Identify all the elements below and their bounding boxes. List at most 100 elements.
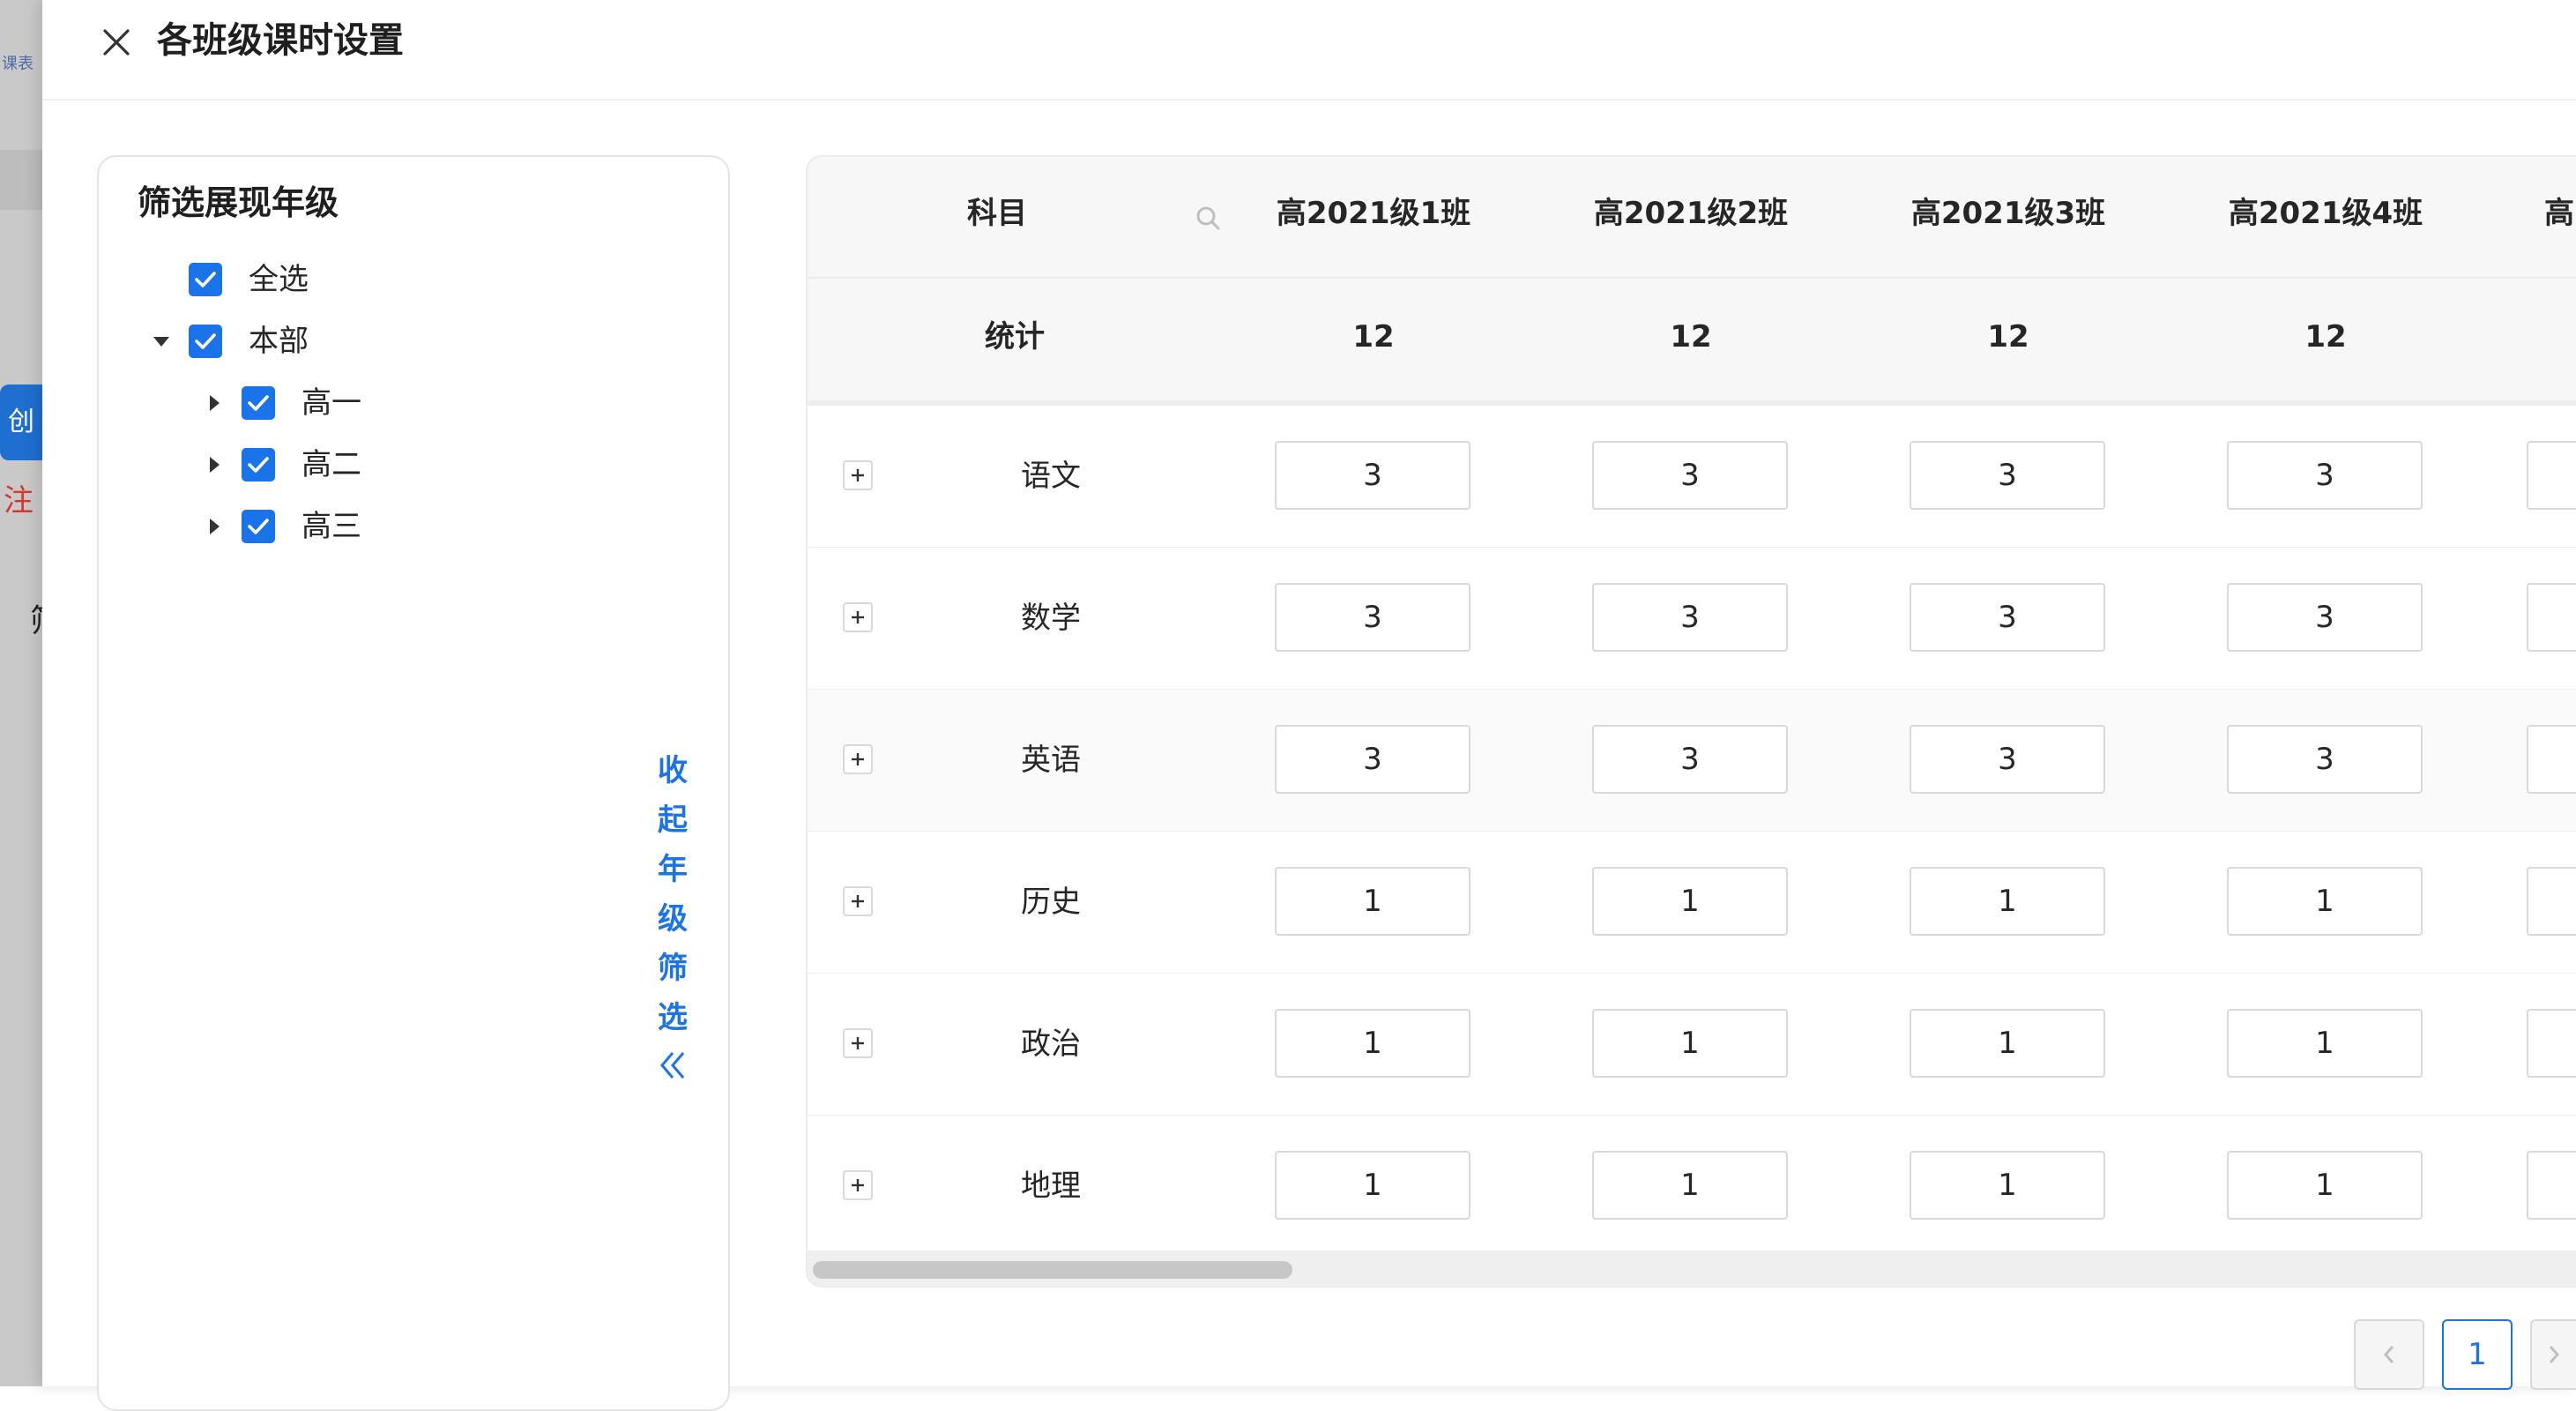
row-expand-button[interactable] bbox=[843, 602, 873, 632]
grade-2-expand-toggle[interactable] bbox=[201, 447, 227, 482]
background-app: 课表 创 注 筛 bbox=[0, 0, 42, 1386]
hours-input[interactable] bbox=[1592, 1009, 1788, 1078]
hours-input[interactable] bbox=[1910, 1151, 2105, 1220]
hours-input[interactable] bbox=[1275, 583, 1470, 652]
search-icon bbox=[1196, 206, 1220, 230]
grade-2-checkbox[interactable] bbox=[242, 448, 275, 482]
hours-input[interactable] bbox=[2227, 583, 2423, 652]
tree-row-grade-2[interactable]: 高二 bbox=[201, 443, 361, 487]
hours-input[interactable] bbox=[1592, 867, 1788, 936]
pagination-page-number: 1 bbox=[2468, 1337, 2487, 1372]
grade-3-checkbox[interactable] bbox=[242, 510, 275, 543]
hours-input[interactable] bbox=[2227, 441, 2423, 510]
check-icon bbox=[248, 519, 269, 534]
hours-input[interactable] bbox=[1275, 1009, 1470, 1078]
tree-row-root[interactable]: 本部 bbox=[148, 319, 309, 363]
tree-row-select-all[interactable]: 全选 bbox=[189, 258, 309, 302]
collapse-char: 起 bbox=[658, 803, 688, 838]
hours-input[interactable] bbox=[1910, 1009, 2105, 1078]
table-header: 科目 高2021级1班 高2021级2班 高2021级3班 高2021级4班 高… bbox=[808, 157, 2576, 406]
row-expand-button[interactable] bbox=[843, 1028, 873, 1058]
collapse-char: 级 bbox=[658, 901, 688, 937]
select-all-checkbox[interactable] bbox=[189, 263, 222, 296]
hours-input-partial[interactable] bbox=[2527, 1151, 2576, 1220]
background-band bbox=[0, 150, 42, 210]
grade-3-expand-toggle[interactable] bbox=[201, 509, 227, 544]
subject-search-button[interactable] bbox=[1191, 201, 1226, 236]
table-row: 数学 bbox=[808, 548, 2576, 691]
grade-1-label: 高一 bbox=[302, 385, 361, 421]
root-checkbox[interactable] bbox=[189, 325, 222, 358]
pagination-page-button[interactable]: 1 bbox=[2442, 1319, 2513, 1390]
hours-input[interactable] bbox=[1592, 1151, 1788, 1220]
hours-input[interactable] bbox=[1592, 441, 1788, 510]
drawer-title: 各班级课时设置 bbox=[157, 20, 404, 61]
chevron-right-icon bbox=[2549, 1346, 2560, 1363]
background-button-char: 创 bbox=[8, 407, 34, 437]
grade-1-checkbox[interactable] bbox=[242, 386, 275, 420]
caret-down-icon bbox=[153, 336, 169, 347]
tree-row-grade-1[interactable]: 高一 bbox=[201, 381, 361, 425]
hours-input[interactable] bbox=[1275, 867, 1470, 936]
hours-input[interactable] bbox=[2227, 725, 2423, 794]
grade-3-label: 高三 bbox=[302, 509, 361, 544]
class-column-header: 高2021级3班 bbox=[1910, 196, 2106, 231]
class-hours-table: 科目 高2021级1班 高2021级2班 高2021级3班 高2021级4班 高… bbox=[806, 155, 2576, 1288]
check-icon bbox=[248, 457, 269, 473]
row-expand-button[interactable] bbox=[843, 744, 873, 774]
stat-value: 12 bbox=[1352, 319, 1395, 355]
subject-name: 语文 bbox=[1021, 459, 1081, 494]
check-icon bbox=[248, 395, 269, 411]
hours-input[interactable] bbox=[2227, 1151, 2423, 1220]
caret-right-icon bbox=[209, 395, 220, 411]
table-row: 地理 bbox=[808, 1116, 2576, 1257]
class-hours-drawer: 各班级课时设置 筛选展现年级 全选 本部 高一 高二 高三 收 起 年 级 筛 … bbox=[42, 0, 2576, 1411]
close-button[interactable] bbox=[93, 19, 139, 65]
hours-input[interactable] bbox=[1910, 441, 2105, 510]
hours-input-partial[interactable] bbox=[2527, 1009, 2576, 1078]
background-red-text: 注 bbox=[4, 483, 34, 519]
row-expand-button[interactable] bbox=[843, 460, 873, 490]
hours-input[interactable] bbox=[1275, 1151, 1470, 1220]
subject-name: 历史 bbox=[1021, 885, 1081, 920]
subject-name: 英语 bbox=[1021, 743, 1081, 778]
horizontal-scrollbar-thumb[interactable] bbox=[813, 1261, 1292, 1279]
caret-right-icon bbox=[209, 457, 220, 473]
class-column-header: 高2021级2班 bbox=[1593, 196, 1789, 231]
plus-icon bbox=[852, 611, 864, 623]
caret-right-icon bbox=[209, 519, 220, 534]
hours-input[interactable] bbox=[1275, 441, 1470, 510]
hours-input[interactable] bbox=[1910, 583, 2105, 652]
class-column-header: 高2021级1班 bbox=[1276, 196, 1471, 231]
class-column-header: 高 bbox=[2544, 196, 2574, 231]
hours-input[interactable] bbox=[1910, 867, 2105, 936]
tree-row-grade-3[interactable]: 高三 bbox=[201, 504, 361, 549]
grade-1-expand-toggle[interactable] bbox=[201, 385, 227, 421]
hours-input[interactable] bbox=[1592, 583, 1788, 652]
table-row: 历史 bbox=[808, 832, 2576, 974]
subject-name: 政治 bbox=[1021, 1027, 1081, 1062]
hours-input-partial[interactable] bbox=[2527, 725, 2576, 794]
root-expand-toggle[interactable] bbox=[148, 324, 175, 359]
hours-input-partial[interactable] bbox=[2527, 867, 2576, 936]
subject-name: 数学 bbox=[1021, 601, 1081, 636]
hours-input[interactable] bbox=[1592, 725, 1788, 794]
hours-input[interactable] bbox=[1275, 725, 1470, 794]
row-expand-button[interactable] bbox=[843, 886, 873, 916]
hours-input-partial[interactable] bbox=[2527, 583, 2576, 652]
drawer-header: 各班级课时设置 bbox=[42, 0, 2576, 101]
root-label: 本部 bbox=[249, 324, 309, 359]
hours-input[interactable] bbox=[2227, 1009, 2423, 1078]
hours-input-partial[interactable] bbox=[2527, 441, 2576, 510]
collapse-filter-toggle[interactable]: 收 起 年 级 筛 选 bbox=[651, 746, 695, 1083]
row-expand-button[interactable] bbox=[843, 1170, 873, 1200]
pagination-prev-button[interactable] bbox=[2354, 1319, 2424, 1390]
stat-value: 12 bbox=[2304, 319, 2347, 355]
stat-label: 统计 bbox=[985, 319, 1045, 355]
pagination-next-button[interactable] bbox=[2530, 1319, 2576, 1390]
collapse-char: 选 bbox=[658, 1000, 688, 1035]
hours-input[interactable] bbox=[1910, 725, 2105, 794]
plus-icon bbox=[852, 1179, 864, 1191]
class-column-header: 高2021级4班 bbox=[2228, 196, 2423, 231]
hours-input[interactable] bbox=[2227, 867, 2423, 936]
